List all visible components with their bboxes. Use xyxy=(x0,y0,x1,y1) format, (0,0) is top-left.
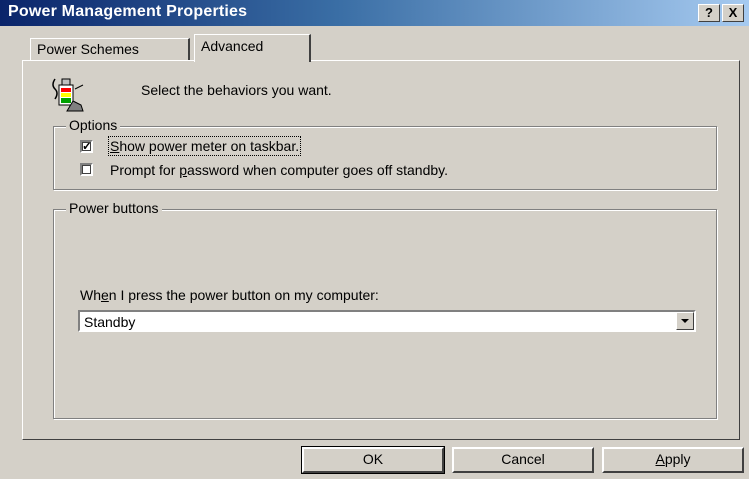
power-buttons-legend: Power buttons xyxy=(66,200,162,216)
power-button-action-label-pre: Wh xyxy=(80,287,101,303)
ok-button[interactable]: OK xyxy=(301,446,445,474)
options-legend: Options xyxy=(66,117,121,133)
tab-power-schemes-label: Power Schemes xyxy=(37,41,139,57)
apply-button[interactable]: Apply xyxy=(602,447,744,473)
options-groupbox: Options ✓ Show power meter on taskbar. P… xyxy=(53,117,717,190)
power-meter-icon xyxy=(49,75,89,113)
power-button-action-select[interactable]: Standby xyxy=(78,310,696,332)
power-button-action-label: When I press the power button on my comp… xyxy=(80,287,379,303)
prompt-password-checkbox[interactable] xyxy=(80,163,93,176)
chevron-down-icon xyxy=(681,319,689,323)
apply-label-rest: pply xyxy=(664,451,691,467)
prompt-password-label-pre: Prompt for xyxy=(110,162,180,178)
power-management-window: Power Management Properties ? X Power Sc… xyxy=(0,0,749,479)
window-title: Power Management Properties xyxy=(8,3,248,20)
power-button-action-accel: e xyxy=(101,287,109,303)
help-button[interactable]: ? xyxy=(698,4,720,22)
power-button-action-label-post: n I press the power button on my compute… xyxy=(108,287,379,303)
title-bar: Power Management Properties ? X xyxy=(0,0,749,26)
close-button[interactable]: X xyxy=(722,4,744,22)
power-button-action-value: Standby xyxy=(84,314,136,330)
tab-advanced-label: Advanced xyxy=(201,38,264,54)
prompt-password-label-post: assword when computer goes off standby. xyxy=(187,162,449,178)
prompt-password-accel: p xyxy=(179,162,188,178)
tab-power-schemes[interactable]: Power Schemes xyxy=(30,38,190,60)
show-power-meter-accel: S xyxy=(110,138,120,154)
dropdown-arrow-button[interactable] xyxy=(676,312,694,330)
tab-advanced[interactable]: Advanced xyxy=(194,34,311,62)
prompt-password-label[interactable]: Prompt for password when computer goes o… xyxy=(110,162,448,178)
show-power-meter-checkbox[interactable]: ✓ xyxy=(80,140,93,153)
power-buttons-groupbox: Power buttons When I press the power but… xyxy=(53,200,717,419)
show-power-meter-label-post: how power meter on taskbar. xyxy=(119,138,300,154)
apply-accel: A xyxy=(655,451,665,467)
show-power-meter-label[interactable]: Show power meter on taskbar. xyxy=(107,136,302,156)
cancel-button[interactable]: Cancel xyxy=(452,447,594,473)
header-text: Select the behaviors you want. xyxy=(141,82,332,98)
advanced-tab-panel: Select the behaviors you want. Options ✓… xyxy=(22,60,740,440)
